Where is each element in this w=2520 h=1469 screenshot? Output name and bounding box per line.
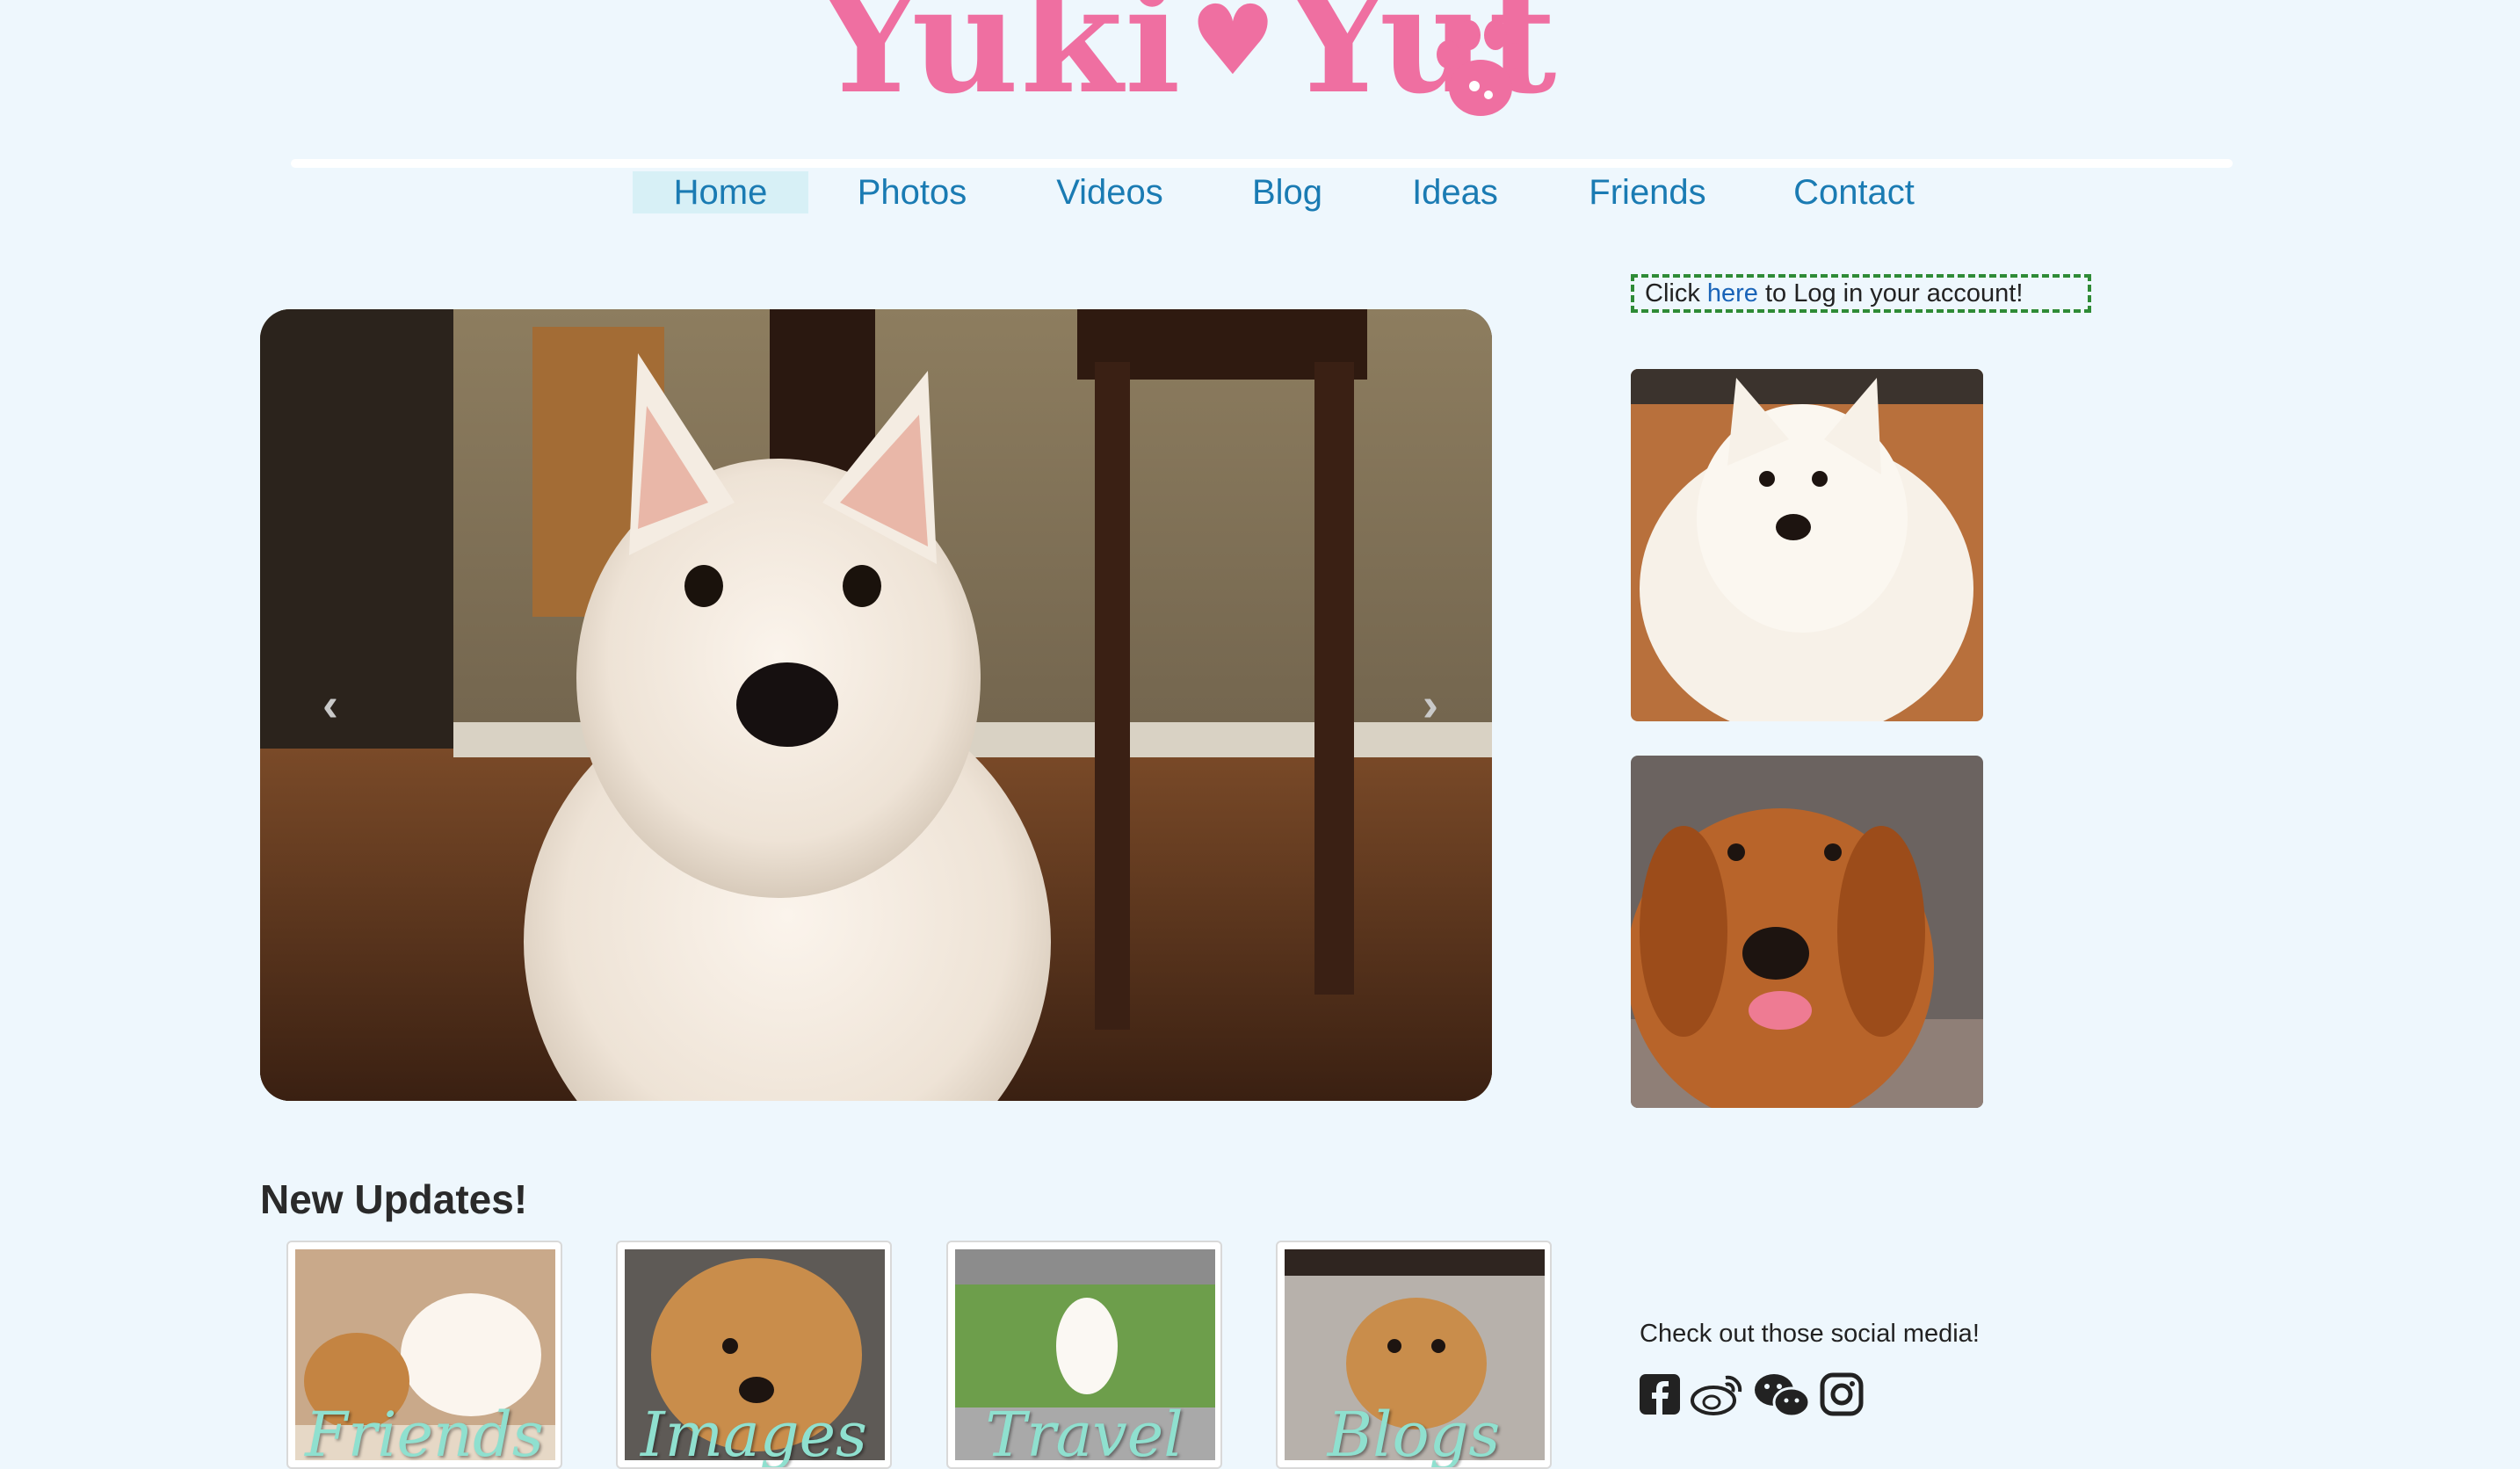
paw-icon (1437, 20, 1526, 116)
nav-item-ideas[interactable]: Ideas (1402, 171, 1508, 213)
facebook-icon[interactable] (1638, 1372, 1682, 1416)
chevron-right-icon[interactable]: › (1404, 678, 1457, 731)
update-card-blogs[interactable]: Blogs (1276, 1241, 1552, 1469)
updates-heading: New Updates! (260, 1176, 528, 1222)
weibo-icon[interactable] (1691, 1372, 1743, 1416)
nav-item-photos[interactable]: Photos (844, 171, 981, 213)
social-heading: Check out those social media! (1640, 1320, 1980, 1348)
nav-item-videos[interactable]: Videos (1037, 171, 1183, 213)
update-caption-friends: Friends (305, 1399, 544, 1469)
photo-golden-retriever (1631, 756, 1983, 1108)
nav-item-home[interactable]: Home (633, 171, 808, 213)
update-card-friends[interactable]: Friends (286, 1241, 562, 1469)
carousel-image (260, 309, 1492, 1101)
chevron-left-icon[interactable]: ‹ (304, 678, 357, 731)
sidebar-photo-yuto[interactable] (1631, 756, 1983, 1108)
update-caption-blogs: Blogs (1327, 1399, 1501, 1469)
heart-icon: ♥ (1189, 0, 1278, 97)
social-links (1638, 1371, 1869, 1420)
nav-item-friends[interactable]: Friends (1573, 171, 1722, 213)
photo-samoyed (1631, 369, 1983, 721)
update-caption-images: Images (641, 1399, 867, 1469)
login-suffix: to Log in your account! (1757, 279, 2024, 308)
login-prefix: Click (1645, 279, 1707, 308)
login-prompt: Click here to Log in your account! (1631, 274, 2091, 313)
sidebar-photo-yuki[interactable] (1631, 369, 1983, 721)
instagram-icon[interactable] (1820, 1372, 1864, 1416)
main-nav: Home Photos Videos Blog Ideas Friends Co… (0, 167, 2520, 220)
wechat-icon[interactable] (1753, 1371, 1811, 1418)
update-card-travel[interactable]: Travel (946, 1241, 1222, 1469)
nav-item-blog[interactable]: Blog (1239, 171, 1336, 213)
update-card-images[interactable]: Images (616, 1241, 892, 1469)
update-caption-travel: Travel (985, 1399, 1184, 1469)
photo-carousel: ‹ › (260, 309, 1492, 1101)
login-link[interactable]: here (1707, 279, 1758, 308)
nav-item-contact[interactable]: Contact (1784, 171, 1924, 213)
site-logo[interactable]: Yuki♥Yut (817, 0, 1556, 132)
logo-text-left: Yuki (817, 0, 1183, 127)
